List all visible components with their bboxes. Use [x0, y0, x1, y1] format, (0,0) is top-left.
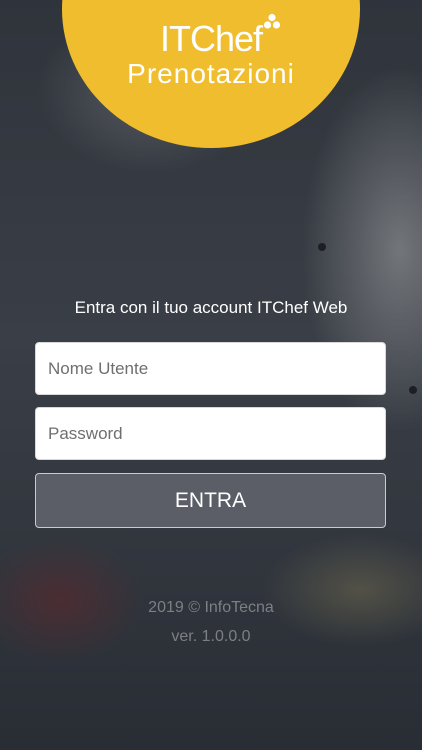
password-input[interactable]: [35, 407, 386, 460]
logo-title: ITChef: [159, 18, 263, 59]
username-input[interactable]: [35, 342, 386, 395]
login-button[interactable]: ENTRA: [35, 473, 386, 528]
clover-icon: [263, 13, 281, 29]
logo-subtitle: Prenotazioni: [127, 58, 295, 89]
copyright-text: 2019 © InfoTecna: [148, 599, 274, 616]
chef-button-dot: [409, 386, 417, 394]
login-prompt: Entra con il tuo account ITChef Web: [74, 298, 348, 317]
version-text: ver. 1.0.0.0: [171, 628, 251, 645]
chef-button-dot: [318, 243, 326, 251]
